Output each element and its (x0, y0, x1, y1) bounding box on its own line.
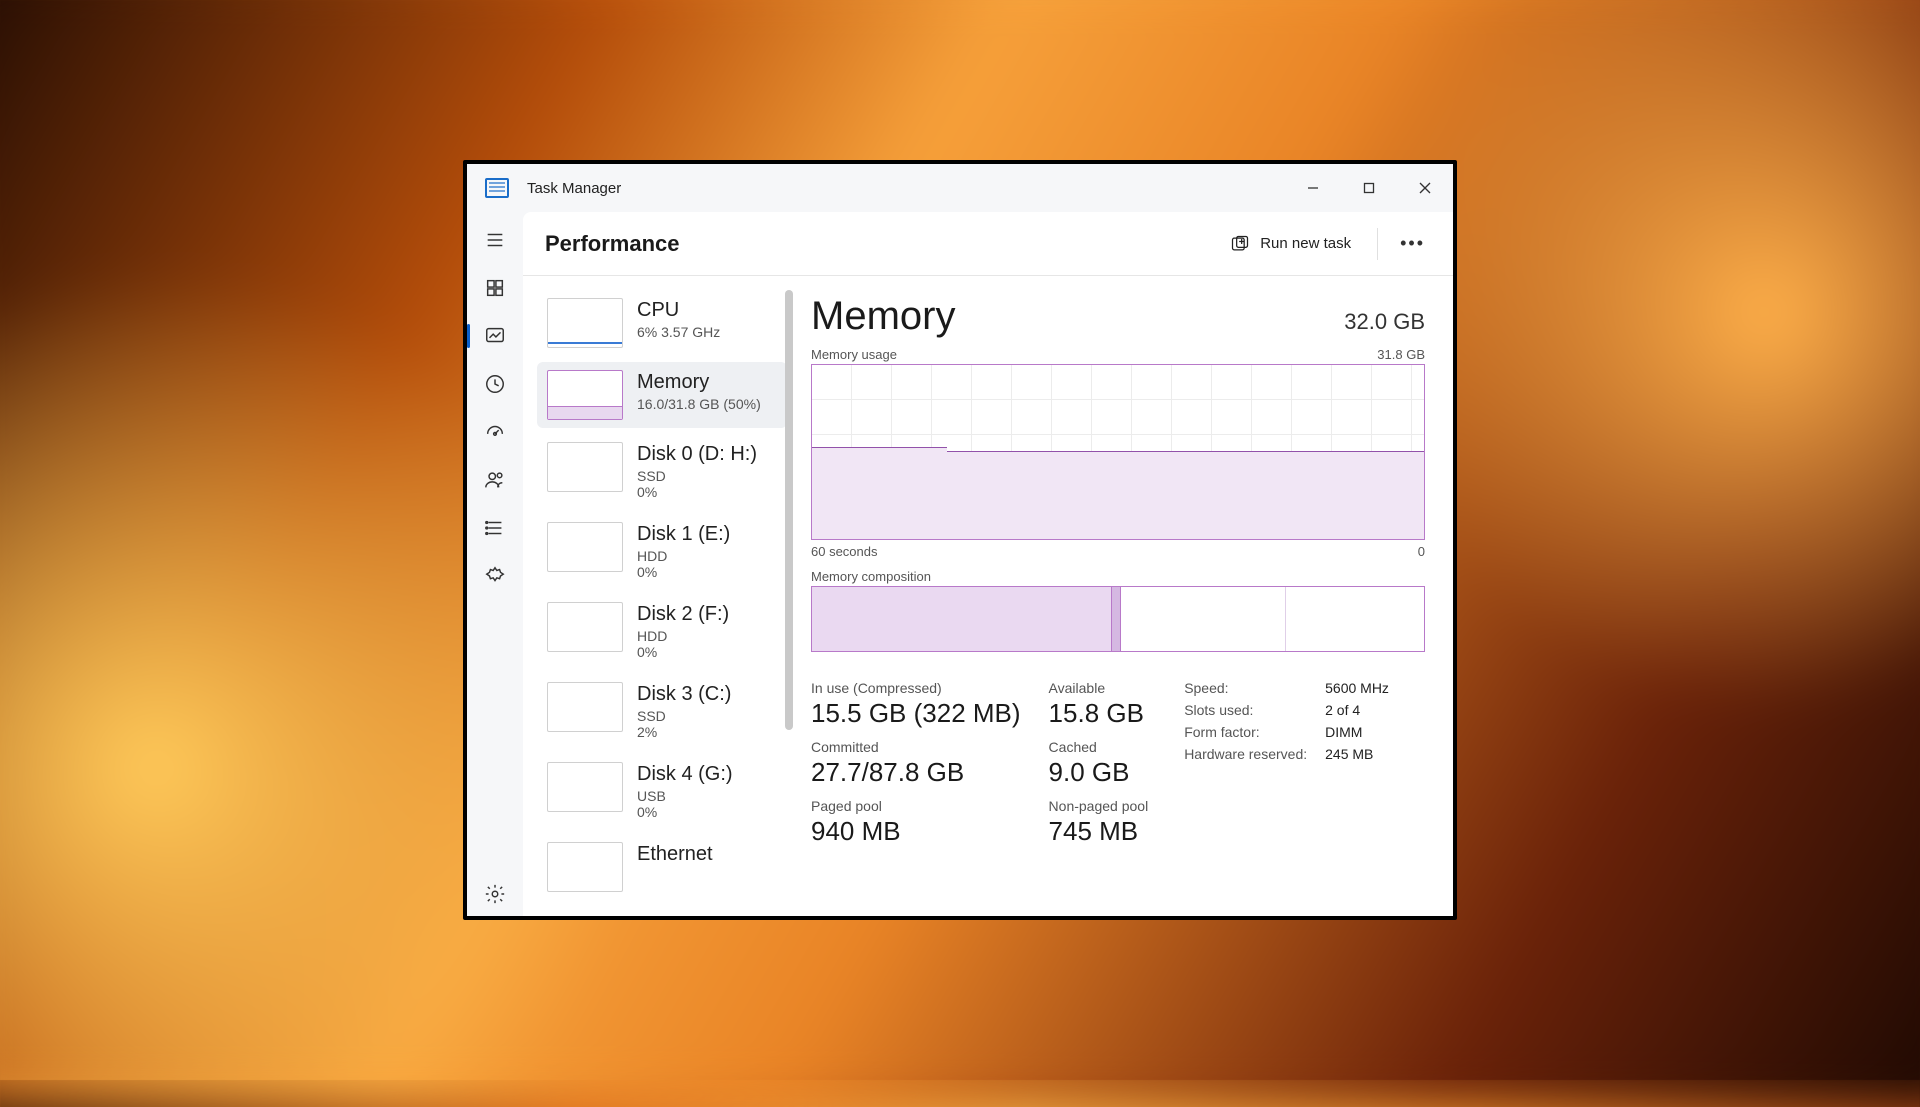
run-task-icon (1230, 234, 1250, 254)
stat-paged-value: 940 MB (811, 816, 1021, 847)
detail-title: Memory (811, 294, 955, 339)
perf-item-sub: SSD (637, 468, 757, 484)
nav-performance[interactable] (471, 314, 519, 358)
x-axis-left: 60 seconds (811, 544, 878, 559)
detail-panel: Memory 32.0 GB Memory usage 31.8 GB (793, 276, 1453, 916)
perf-item-title: Memory (637, 370, 761, 394)
perf-item-cpu[interactable]: CPU 6% 3.57 GHz (537, 290, 787, 356)
usage-max: 31.8 GB (1377, 347, 1425, 362)
close-button[interactable] (1397, 164, 1453, 212)
perf-item-disk0[interactable]: Disk 0 (D: H:) SSD 0% (537, 434, 787, 508)
disk-thumbnail-chart (547, 442, 623, 492)
app-title: Task Manager (527, 180, 621, 197)
stat-cached-label: Cached (1049, 739, 1149, 755)
more-options-button[interactable]: ••• (1390, 225, 1435, 262)
stat-committed-label: Committed (811, 739, 1021, 755)
stat-speed-label: Speed: (1184, 680, 1307, 696)
stat-form-label: Form factor: (1184, 724, 1307, 740)
composition-modified (1112, 587, 1121, 651)
perf-item-title: Disk 0 (D: H:) (637, 442, 757, 466)
perf-item-sub2: 0% (637, 564, 730, 580)
window-controls (1285, 164, 1453, 212)
perf-item-disk2[interactable]: Disk 2 (F:) HDD 0% (537, 594, 787, 668)
perf-item-disk1[interactable]: Disk 1 (E:) HDD 0% (537, 514, 787, 588)
nav-settings[interactable] (471, 872, 519, 916)
disk-thumbnail-chart (547, 602, 623, 652)
stat-available-value: 15.8 GB (1049, 698, 1149, 729)
perf-item-title: Disk 3 (C:) (637, 682, 731, 706)
nav-rail (467, 212, 523, 916)
stat-available-label: Available (1049, 680, 1149, 696)
performance-list[interactable]: CPU 6% 3.57 GHz Memory 16.0/31.8 GB (50%… (523, 276, 793, 916)
perf-item-disk4[interactable]: Disk 4 (G:) USB 0% (537, 754, 787, 828)
perf-item-title: Disk 1 (E:) (637, 522, 730, 546)
perf-item-sub: HDD (637, 548, 730, 564)
x-axis-right: 0 (1418, 544, 1425, 559)
nav-startup[interactable] (471, 410, 519, 454)
memory-composition-chart[interactable] (811, 586, 1425, 652)
composition-free (1286, 587, 1424, 651)
nav-details[interactable] (471, 506, 519, 550)
perf-item-title: Disk 4 (G:) (637, 762, 733, 786)
perf-item-sub2: 0% (637, 484, 757, 500)
maximize-button[interactable] (1341, 164, 1397, 212)
hamburger-button[interactable] (471, 218, 519, 262)
perf-item-sub2: 2% (637, 724, 731, 740)
nav-processes[interactable] (471, 266, 519, 310)
stat-slots-label: Slots used: (1184, 702, 1307, 718)
stat-nonpaged-label: Non-paged pool (1049, 798, 1149, 814)
stat-form-value: DIMM (1325, 724, 1389, 740)
minimize-button[interactable] (1285, 164, 1341, 212)
run-task-label: Run new task (1260, 235, 1351, 252)
memory-usage-chart[interactable] (811, 364, 1425, 540)
memory-thumbnail-chart (547, 370, 623, 420)
titlebar: Task Manager (467, 164, 1453, 212)
disk-thumbnail-chart (547, 522, 623, 572)
perf-item-sub: SSD (637, 708, 731, 724)
stat-cached-value: 9.0 GB (1049, 757, 1149, 788)
perf-item-sub: 16.0/31.8 GB (50%) (637, 396, 761, 412)
stat-speed-value: 5600 MHz (1325, 680, 1389, 696)
stat-in-use-value: 15.5 GB (322 MB) (811, 698, 1021, 729)
perf-item-title: Ethernet (637, 842, 713, 866)
composition-standby (1121, 587, 1286, 651)
disk-thumbnail-chart (547, 682, 623, 732)
disk-thumbnail-chart (547, 762, 623, 812)
perf-item-sub2: 0% (637, 644, 729, 660)
nav-users[interactable] (471, 458, 519, 502)
perf-item-title: Disk 2 (F:) (637, 602, 729, 626)
stat-nonpaged-value: 745 MB (1049, 816, 1149, 847)
composition-label: Memory composition (811, 569, 931, 584)
perf-item-sub2: 0% (637, 804, 733, 820)
nav-app-history[interactable] (471, 362, 519, 406)
stat-in-use-label: In use (Compressed) (811, 680, 1021, 696)
task-manager-window: Task Manager Performance (463, 160, 1457, 920)
cpu-thumbnail-chart (547, 298, 623, 348)
app-icon (485, 178, 509, 198)
stat-paged-label: Paged pool (811, 798, 1021, 814)
toolbar-divider (1377, 228, 1378, 260)
nav-services[interactable] (471, 554, 519, 598)
stat-slots-value: 2 of 4 (1325, 702, 1389, 718)
perf-item-sub: HDD (637, 628, 729, 644)
view-title: Performance (545, 231, 680, 257)
stat-reserved-label: Hardware reserved: (1184, 746, 1307, 762)
detail-capacity: 32.0 GB (1344, 309, 1425, 335)
composition-in-use (812, 587, 1112, 651)
toolbar: Performance Run new task ••• (523, 212, 1453, 276)
usage-label: Memory usage (811, 347, 897, 362)
network-thumbnail-chart (547, 842, 623, 892)
perf-item-sub: 6% 3.57 GHz (637, 324, 720, 340)
perf-item-disk3[interactable]: Disk 3 (C:) SSD 2% (537, 674, 787, 748)
run-new-task-button[interactable]: Run new task (1216, 226, 1365, 262)
perf-item-ethernet[interactable]: Ethernet (537, 834, 787, 900)
perf-item-title: CPU (637, 298, 720, 322)
perf-item-memory[interactable]: Memory 16.0/31.8 GB (50%) (537, 362, 787, 428)
scrollbar-thumb[interactable] (785, 290, 793, 730)
perf-item-sub: USB (637, 788, 733, 804)
stat-reserved-value: 245 MB (1325, 746, 1389, 762)
stat-committed-value: 27.7/87.8 GB (811, 757, 1021, 788)
